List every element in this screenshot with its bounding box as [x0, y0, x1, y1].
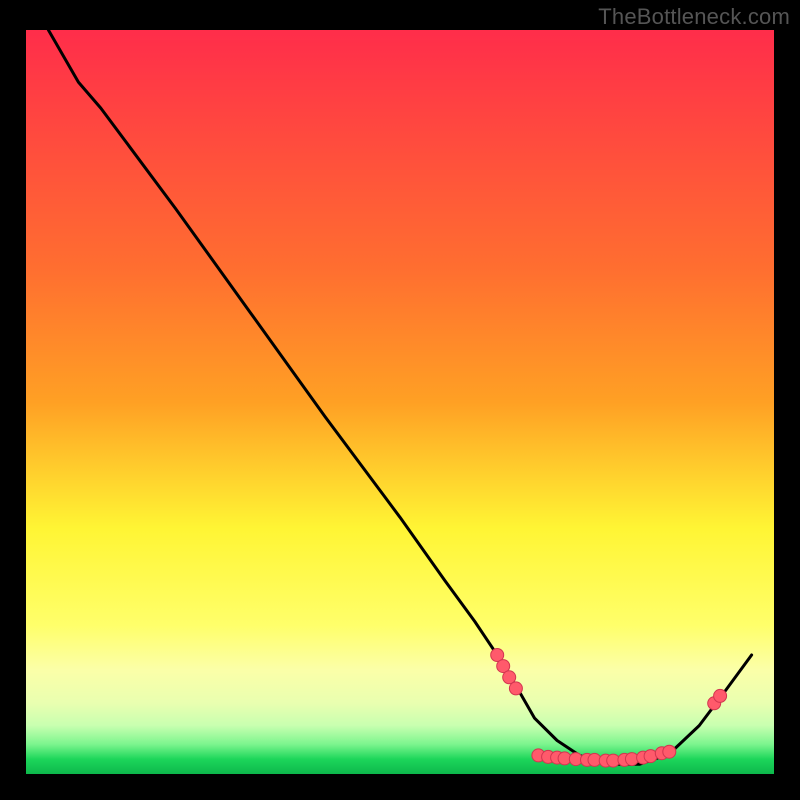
attribution-text: TheBottleneck.com	[598, 4, 790, 30]
bottleneck-chart	[0, 0, 800, 800]
chart-container: TheBottleneck.com	[0, 0, 800, 800]
